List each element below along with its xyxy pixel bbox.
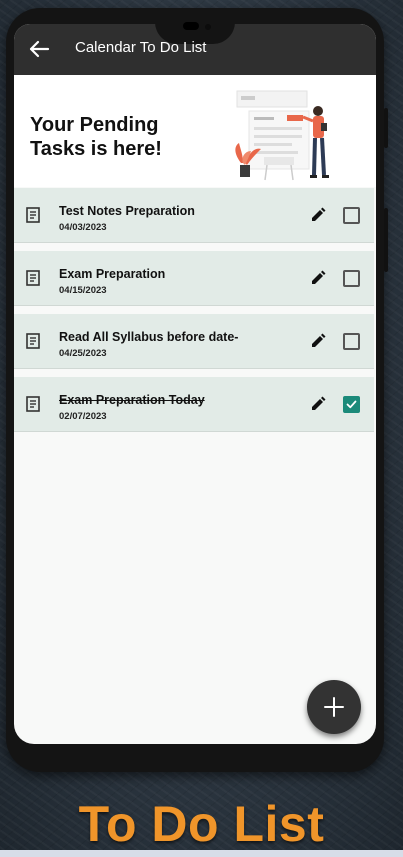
task-checkbox[interactable]: [343, 333, 360, 350]
banner-title: To Do List: [78, 796, 325, 852]
task-date: 02/07/2023: [59, 411, 107, 422]
task-row[interactable]: Test Notes Preparation 04/03/2023: [14, 188, 374, 242]
task-checkbox[interactable]: [343, 396, 360, 413]
planning-illustration: [235, 90, 329, 181]
pencil-icon[interactable]: [310, 396, 326, 412]
checkmark-icon: [346, 400, 357, 409]
document-icon: [26, 207, 40, 223]
task-title: Exam Preparation: [59, 267, 166, 281]
plus-icon: [324, 697, 344, 717]
task-row[interactable]: Exam Preparation 04/15/2023: [14, 251, 374, 305]
task-checkbox[interactable]: [343, 270, 360, 287]
task-title: Read All Syllabus before date-: [59, 330, 239, 344]
pencil-icon[interactable]: [310, 207, 326, 223]
header-card: Your Pending Tasks is here!: [14, 75, 376, 187]
task-date: 04/03/2023: [59, 222, 107, 233]
task-date: 04/15/2023: [59, 285, 107, 296]
pencil-icon[interactable]: [310, 333, 326, 349]
document-icon: [26, 333, 40, 349]
task-date: 04/25/2023: [59, 348, 107, 359]
app-title: Calendar To Do List: [75, 39, 207, 56]
pencil-icon[interactable]: [310, 270, 326, 286]
bottom-strip: [0, 850, 403, 857]
add-task-button[interactable]: [307, 680, 361, 734]
camera: [183, 22, 199, 30]
document-icon: [26, 396, 40, 412]
page-title: Your Pending Tasks is here!: [30, 114, 162, 160]
task-row[interactable]: Read All Syllabus before date- 04/25/202…: [14, 314, 374, 368]
back-button[interactable]: [28, 40, 50, 58]
volume-button: [384, 108, 388, 148]
task-row[interactable]: Exam Preparation Today 02/07/2023: [14, 377, 374, 431]
task-title: Test Notes Preparation: [59, 204, 195, 218]
task-title: Exam Preparation Today: [59, 393, 205, 407]
sensor: [205, 24, 211, 30]
task-checkbox[interactable]: [343, 207, 360, 224]
arrow-left-icon: [29, 40, 50, 58]
document-icon: [26, 270, 40, 286]
power-button: [384, 208, 388, 272]
